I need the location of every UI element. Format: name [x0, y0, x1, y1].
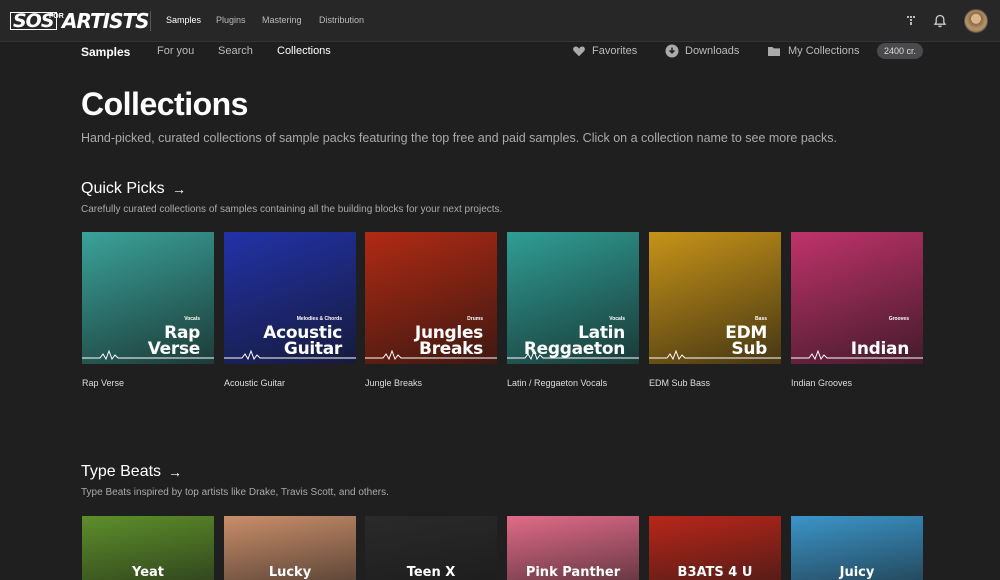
- logo-artists: ARTISTS: [62, 9, 150, 33]
- tile-category: Drums: [467, 316, 483, 322]
- folder-icon[interactable]: [767, 44, 781, 58]
- waveform-icon: [224, 349, 356, 360]
- type-beat-name: B3ATS 4 U: [677, 565, 753, 580]
- tile-category: Bass: [755, 316, 767, 322]
- subnav-brand-samples[interactable]: Samples: [81, 45, 130, 59]
- topnav-plugins[interactable]: Plugins: [216, 15, 246, 25]
- collection-caption[interactable]: Indian Grooves: [791, 378, 852, 388]
- collection-tile[interactable]: Drums Jungles Breaks: [365, 232, 497, 364]
- type-beat-tile[interactable]: B3ATS 4 U: [649, 516, 781, 580]
- collection-caption[interactable]: Rap Verse: [82, 378, 124, 388]
- page-description: Hand-picked, curated collections of samp…: [81, 131, 837, 145]
- collection-tile[interactable]: Grooves Indian: [791, 232, 923, 364]
- tile-category: Grooves: [888, 316, 909, 322]
- sos-for-artists-logo[interactable]: SOS FOR ARTISTS: [10, 10, 150, 32]
- page-title: Collections: [81, 86, 248, 122]
- type-beat-tile[interactable]: Juicy: [791, 516, 923, 580]
- collection-caption[interactable]: EDM Sub Bass: [649, 378, 710, 388]
- waveform-icon: [507, 349, 639, 360]
- quick-picks-description: Carefully curated collections of samples…: [81, 204, 503, 215]
- credits-badge[interactable]: 2400 cr.: [877, 43, 924, 59]
- type-beat-name: Pink Panther: [525, 565, 621, 580]
- top-bar: SOS FOR ARTISTS Samples Plugins Masterin…: [0, 0, 1000, 42]
- logo-for: FOR: [49, 13, 64, 20]
- type-beat-tile[interactable]: Teen X: [365, 516, 497, 580]
- collection-caption[interactable]: Acoustic Guitar: [224, 378, 285, 388]
- waveform-icon: [82, 349, 214, 360]
- waveform-icon: [649, 349, 781, 360]
- waveform-icon: [365, 349, 497, 360]
- collection-caption[interactable]: Jungle Breaks: [365, 378, 422, 388]
- type-beats-description: Type Beats inspired by top artists like …: [81, 487, 389, 498]
- type-beat-name: Lucky: [268, 565, 312, 580]
- collection-tile[interactable]: Vocals Latin Reggaeton: [507, 232, 639, 364]
- type-beat-name: Yeat: [131, 565, 165, 580]
- favorites-link[interactable]: Favorites: [592, 45, 637, 57]
- downloads-link[interactable]: Downloads: [685, 45, 739, 57]
- metronome-icon[interactable]: [903, 13, 919, 29]
- bell-icon[interactable]: [932, 13, 948, 29]
- heart-icon[interactable]: [572, 44, 586, 58]
- tile-category: Vocals: [609, 316, 625, 322]
- type-beat-tile[interactable]: Lucky: [224, 516, 356, 580]
- collection-tile[interactable]: Vocals Rap Verse: [82, 232, 214, 364]
- divider: [150, 11, 151, 31]
- tile-category: Vocals: [184, 316, 200, 322]
- tab-for-you[interactable]: For you: [157, 45, 194, 57]
- type-beat-tile[interactable]: Yeat: [82, 516, 214, 580]
- collection-tile[interactable]: Bass EDM Sub: [649, 232, 781, 364]
- topnav-samples[interactable]: Samples: [166, 15, 201, 25]
- collection-caption[interactable]: Latin / Reggaeton Vocals: [507, 378, 607, 388]
- quick-picks-arrow-icon[interactable]: →: [172, 181, 186, 197]
- tab-search[interactable]: Search: [218, 45, 253, 57]
- topnav-mastering[interactable]: Mastering: [262, 15, 302, 25]
- type-beat-name: Teen X: [406, 565, 456, 580]
- type-beat-name: Juicy: [839, 565, 875, 580]
- type-beats-arrow-icon[interactable]: →: [168, 464, 182, 480]
- topnav-distribution[interactable]: Distribution: [319, 15, 364, 25]
- tile-category: Melodies & Chords: [296, 316, 342, 322]
- download-icon[interactable]: [665, 44, 679, 58]
- waveform-icon: [791, 349, 923, 360]
- type-beat-tile[interactable]: Pink Panther: [507, 516, 639, 580]
- type-beats-title[interactable]: Type Beats: [81, 463, 161, 481]
- quick-picks-title[interactable]: Quick Picks: [81, 180, 165, 198]
- my-collections-link[interactable]: My Collections: [788, 45, 860, 57]
- tab-collections[interactable]: Collections: [277, 45, 331, 57]
- collection-tile[interactable]: Melodies & Chords Acoustic Guitar: [224, 232, 356, 364]
- avatar[interactable]: [964, 9, 988, 33]
